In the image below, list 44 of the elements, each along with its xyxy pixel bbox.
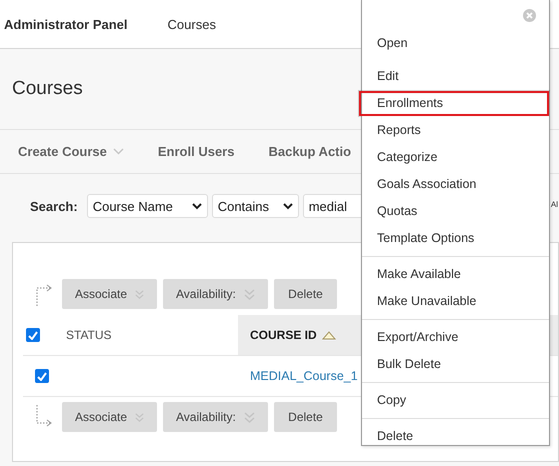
action-link[interactable]: Enroll Users [158, 144, 234, 159]
action-button[interactable]: Availability: [163, 402, 268, 432]
double-caret-icon [135, 288, 144, 300]
action-button[interactable]: Associate [62, 402, 157, 432]
double-caret-icon [244, 412, 255, 422]
action-link[interactable]: Create Course [18, 144, 124, 159]
menu-item[interactable]: Copy [362, 387, 549, 414]
menu-item[interactable]: Bulk Delete [362, 351, 549, 378]
connector-arrow-icon [35, 282, 53, 306]
menu-item[interactable]: Make Available [362, 261, 549, 288]
action-button[interactable]: Delete [274, 279, 337, 309]
search-option-label: Al [550, 200, 558, 209]
menu-item[interactable]: Template Options [362, 225, 549, 252]
breadcrumb-link[interactable]: Courses [168, 16, 216, 32]
menu-item[interactable]: Delete [362, 423, 549, 450]
menu-item[interactable]: Open [362, 30, 549, 57]
menu-item[interactable]: Edit [362, 63, 549, 90]
select-all-checkbox[interactable] [26, 328, 40, 342]
menu-item[interactable]: Enrollments [358, 90, 550, 117]
operator-select[interactable]: Contains [212, 194, 299, 218]
chevron-icon [282, 202, 293, 210]
action-button[interactable]: Delete [274, 402, 337, 432]
menu-item[interactable]: Reports [362, 117, 549, 144]
caret-icon [112, 148, 124, 155]
action-button[interactable]: Availability: [163, 279, 268, 309]
connector-arrow-icon [35, 405, 53, 429]
column-header[interactable]: STATUS [66, 315, 238, 355]
search-label: Search: [30, 198, 78, 214]
page-title: Courses [12, 78, 83, 100]
course-link[interactable]: MEDIAL_Course_1 [250, 369, 358, 383]
panel-title: Administrator Panel [4, 16, 128, 32]
row-checkbox[interactable] [35, 369, 49, 383]
menu-item[interactable]: Categorize [362, 144, 549, 171]
double-caret-icon [244, 288, 255, 300]
sort-ascending-icon [322, 330, 336, 340]
field-select[interactable]: Course Name [86, 194, 208, 218]
menu-item[interactable]: Quotas [362, 198, 549, 225]
menu-item[interactable]: Make Unavailable [362, 288, 549, 315]
double-caret-icon [135, 412, 144, 422]
action-button[interactable]: Associate [62, 279, 157, 309]
menu-item[interactable]: Goals Association [362, 171, 549, 198]
chevron-icon [192, 202, 202, 210]
action-link[interactable]: Backup Actio [268, 144, 352, 159]
menu-item[interactable]: Export/Archive [362, 324, 549, 351]
